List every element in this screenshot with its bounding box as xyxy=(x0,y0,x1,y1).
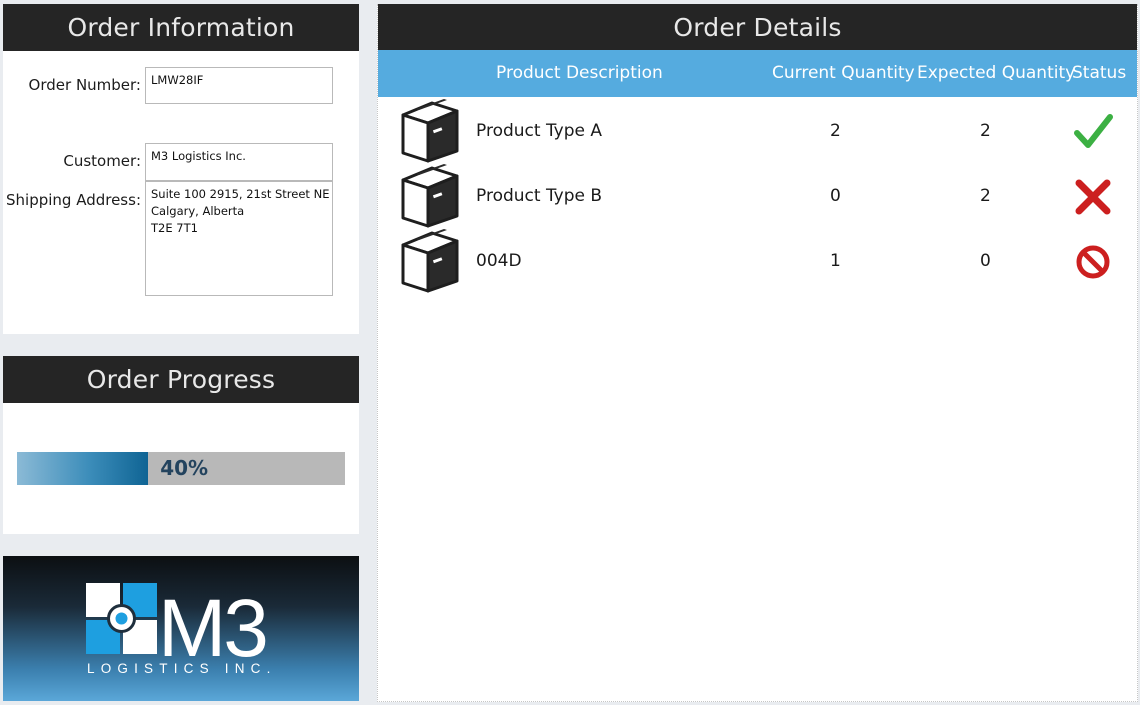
table-row[interactable]: Product Type B 0 2 xyxy=(378,164,1137,228)
progress-percent: 40% xyxy=(160,456,209,480)
order-details-panel: Order Details Product Description Curren… xyxy=(377,4,1138,702)
m3-logo: M3 LOGISTICS INC. xyxy=(86,583,277,676)
app-root: Order Information Order Number: LMW28IF … xyxy=(0,0,1140,705)
order-number-label: Order Number: xyxy=(28,76,141,94)
table-row[interactable]: 004D 1 0 xyxy=(378,229,1137,293)
progress-fill xyxy=(17,452,149,485)
column-current-quantity[interactable]: Current Quantity xyxy=(772,50,915,97)
column-product-description[interactable]: Product Description xyxy=(496,50,663,97)
customer-label: Customer: xyxy=(63,152,141,170)
current-quantity: 2 xyxy=(830,121,841,141)
order-details-title: Order Details xyxy=(378,4,1137,50)
expected-quantity: 2 xyxy=(980,186,991,206)
shipping-line-1: Suite 100 2915, 21st Street NE xyxy=(151,187,330,201)
check-icon xyxy=(1074,114,1113,148)
product-description: Product Type B xyxy=(476,186,603,206)
table-row[interactable]: Product Type A 2 2 xyxy=(378,99,1137,163)
product-description: Product Type A xyxy=(476,121,603,141)
logo-tagline: LOGISTICS INC. xyxy=(87,661,277,676)
current-quantity: 1 xyxy=(830,251,841,271)
column-status[interactable]: Status xyxy=(1072,50,1126,97)
shipping-address-field[interactable]: Suite 100 2915, 21st Street NE Calgary, … xyxy=(145,181,333,296)
table-header: Product Description Current Quantity Exp… xyxy=(378,50,1137,97)
order-number-value: LMW28IF xyxy=(151,73,204,87)
expected-quantity: 2 xyxy=(980,121,991,141)
customer-value: M3 Logistics Inc. xyxy=(151,149,246,163)
progress-bar: 40% xyxy=(17,452,345,485)
order-information-panel: Order Information Order Number: LMW28IF … xyxy=(3,4,359,334)
box-icon xyxy=(401,229,459,293)
shipping-line-3: T2E 7T1 xyxy=(151,221,198,235)
order-progress-panel: Order Progress 40% xyxy=(3,356,359,534)
order-number-field[interactable]: LMW28IF xyxy=(145,67,333,104)
expected-quantity: 0 xyxy=(980,251,991,271)
prohibited-icon xyxy=(1076,245,1110,279)
box-icon xyxy=(401,164,459,228)
box-icon xyxy=(401,99,459,163)
order-progress-title: Order Progress xyxy=(3,356,359,403)
shipping-line-2: Calgary, Alberta xyxy=(151,204,245,218)
logo-ring-center xyxy=(115,612,128,625)
column-expected-quantity[interactable]: Expected Quantity xyxy=(917,50,1075,97)
shipping-address-label: Shipping Address: xyxy=(6,191,141,209)
current-quantity: 0 xyxy=(830,186,841,206)
cross-icon xyxy=(1075,179,1111,215)
order-information-title: Order Information xyxy=(3,4,359,51)
customer-field[interactable]: M3 Logistics Inc. xyxy=(145,143,333,181)
logo-panel: M3 LOGISTICS INC. xyxy=(3,556,359,701)
product-description: 004D xyxy=(476,251,522,271)
